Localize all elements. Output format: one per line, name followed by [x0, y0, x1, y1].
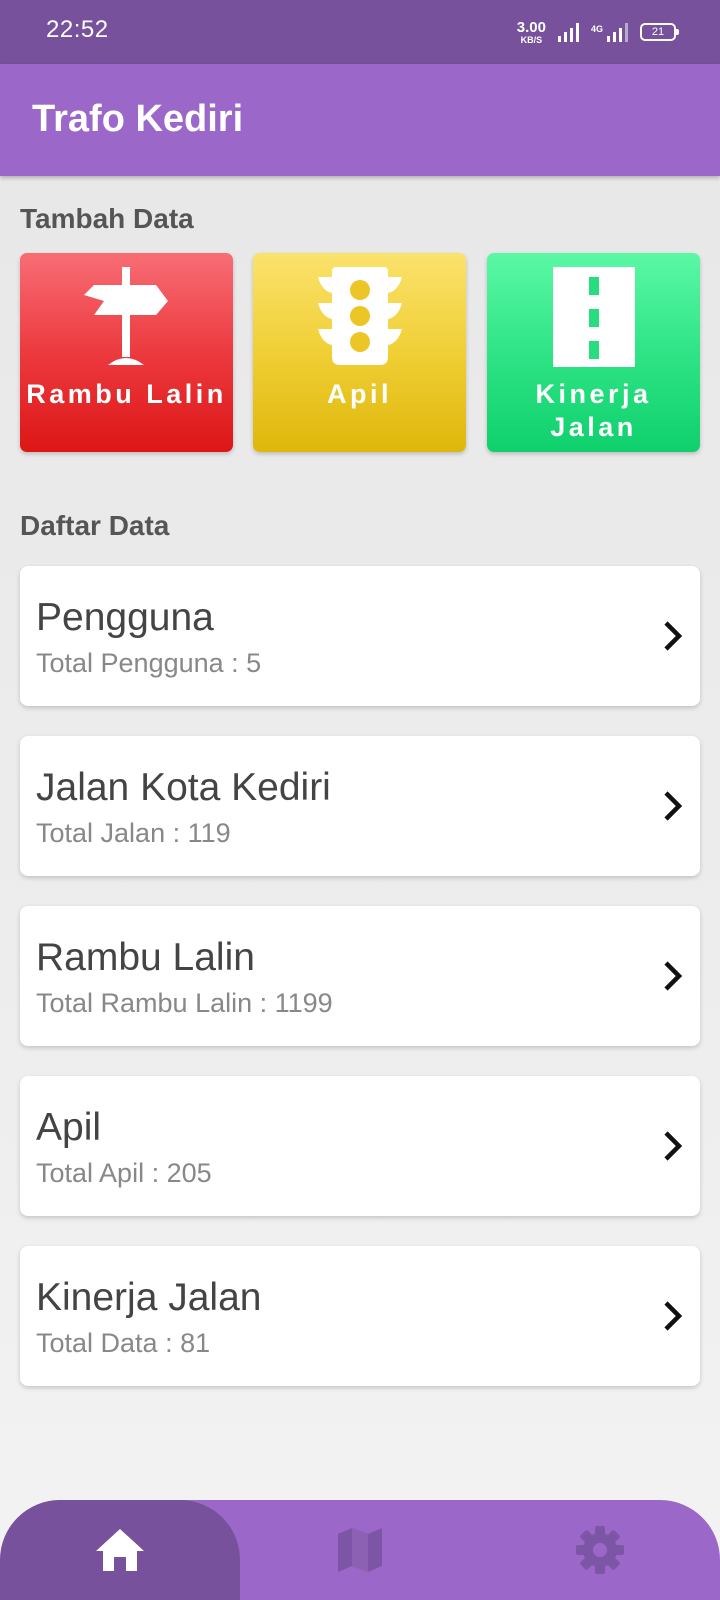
list-item-subtitle: Total Rambu Lalin : 1199 [36, 988, 333, 1018]
status-bar: 22:52 3.00 KB/S 4G 21 [0, 0, 720, 64]
list-item-title: Kinerja Jalan [36, 1276, 262, 1319]
list-item-kinerja-jalan[interactable]: Kinerja Jalan Total Data : 81 [20, 1246, 700, 1386]
battery-icon: 21 [640, 23, 679, 41]
data-list-heading: Daftar Data [20, 510, 170, 541]
status-icons: 3.00 KB/S 4G 21 [517, 16, 679, 48]
list-item-subtitle: Total Data : 81 [36, 1328, 211, 1358]
tile-label-line1: Kinerja [535, 379, 652, 409]
app-title: Trafo Kediri [32, 98, 244, 140]
chevron-right-icon [664, 791, 683, 821]
app-bar: Trafo Kediri [0, 64, 720, 176]
list-item-subtitle: Total Pengguna : 5 [36, 648, 262, 678]
network-speed-value: 3.00 [516, 18, 546, 36]
chevron-right-icon [664, 621, 683, 651]
nav-map-button[interactable] [240, 1500, 480, 1600]
map-icon [338, 1528, 382, 1572]
chevron-right-icon [664, 1131, 683, 1161]
list-item-title: Pengguna [36, 596, 214, 639]
add-kinerja-jalan-button[interactable]: Kinerja Jalan [487, 253, 700, 452]
list-item-subtitle: Total Jalan : 119 [36, 818, 231, 848]
list-item-pengguna[interactable]: Pengguna Total Pengguna : 5 [20, 566, 700, 706]
signal-icon [557, 22, 579, 42]
road-icon [552, 267, 635, 367]
tile-label: Rambu Lalin [26, 379, 227, 409]
list-item-title: Apil [36, 1106, 102, 1149]
list-item-rambu-lalin[interactable]: Rambu Lalin Total Rambu Lalin : 1199 [20, 906, 700, 1046]
signpost-icon [83, 267, 168, 365]
network-type: 4G [590, 24, 603, 34]
list-item-apil[interactable]: Apil Total Apil : 205 [20, 1076, 700, 1216]
chevron-right-icon [664, 961, 683, 991]
list-item-title: Rambu Lalin [36, 936, 255, 979]
add-data-heading: Tambah Data [20, 203, 194, 234]
chevron-right-icon [664, 1301, 683, 1331]
home-icon [96, 1529, 144, 1571]
tile-label-line2: Jalan [550, 412, 637, 442]
list-item-subtitle: Total Apil : 205 [36, 1158, 212, 1188]
traffic-light-icon [317, 267, 402, 365]
tile-label: Kinerja Jalan [487, 378, 700, 444]
tile-label: Apil [327, 379, 392, 409]
bottom-navigation [0, 1500, 720, 1600]
list-item-title: Jalan Kota Kediri [36, 766, 331, 809]
nav-settings-button[interactable] [480, 1500, 720, 1600]
add-apil-button[interactable]: Apil [253, 253, 466, 452]
nav-home-button[interactable] [0, 1500, 240, 1600]
status-time: 22:52 [46, 16, 109, 43]
network-speed-unit: KB/S [520, 34, 543, 45]
gear-icon [576, 1526, 624, 1574]
mobile-data-icon: 4G [591, 22, 628, 42]
network-speed: 3.00 KB/S [517, 20, 546, 45]
list-item-jalan-kota-kediri[interactable]: Jalan Kota Kediri Total Jalan : 119 [20, 736, 700, 876]
add-rambu-lalin-button[interactable]: Rambu Lalin [20, 253, 233, 452]
battery-level: 21 [651, 26, 665, 38]
